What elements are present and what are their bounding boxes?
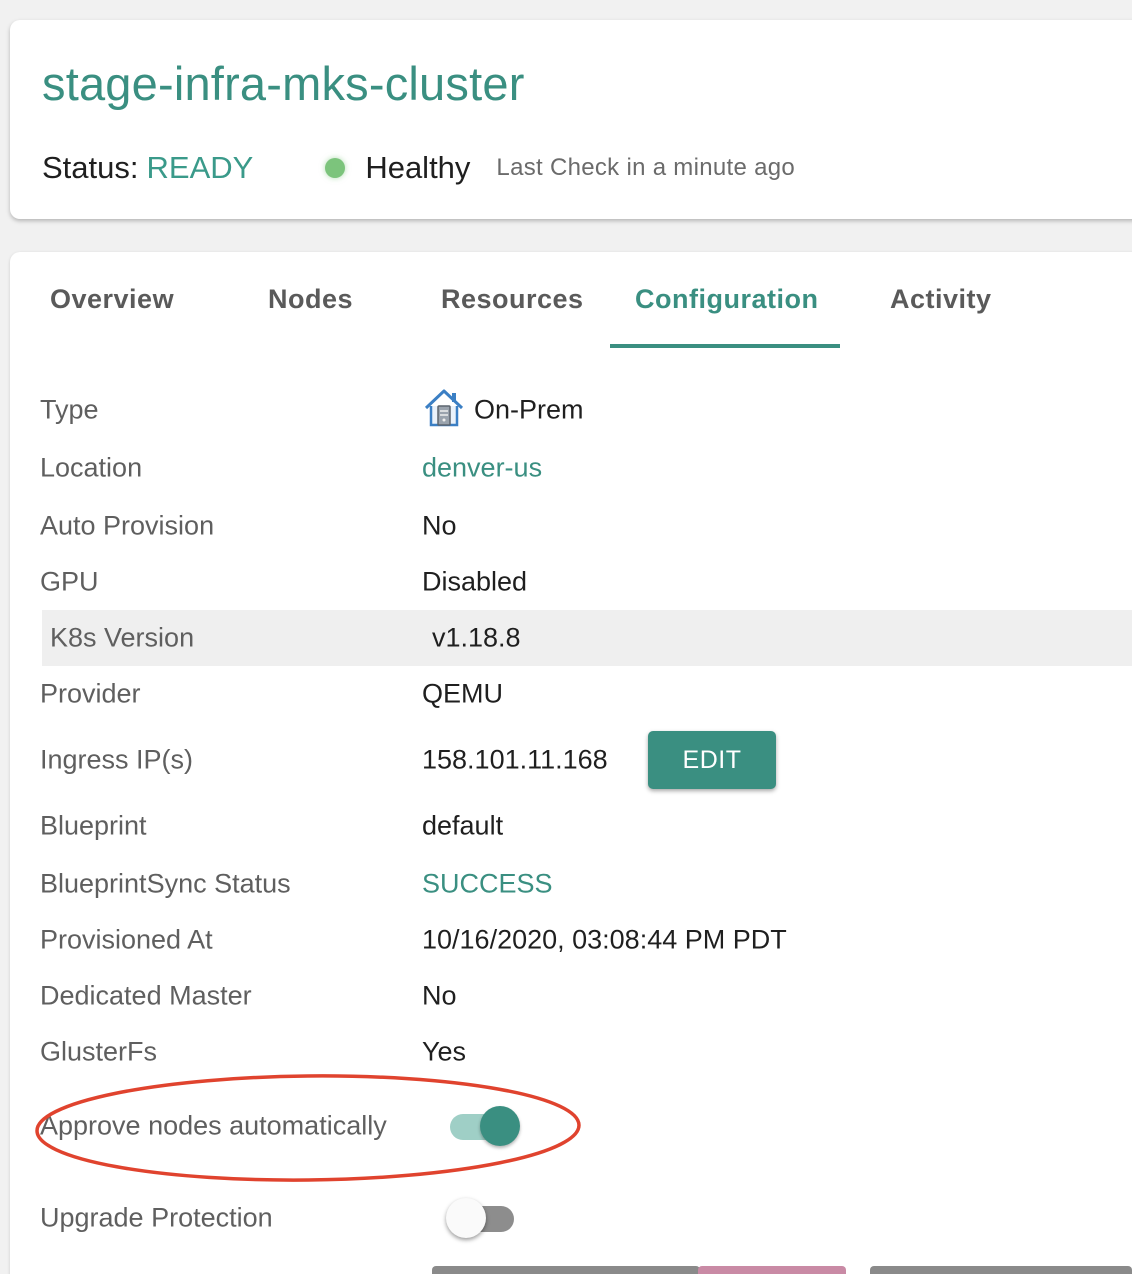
health-status: Healthy — [365, 150, 471, 185]
tab-nodes[interactable]: Nodes — [268, 284, 353, 315]
upgrade-protection-label: Upgrade Protection — [40, 1202, 273, 1233]
dedicated-master-value: No — [422, 980, 457, 1011]
bottom-button-partial[interactable] — [432, 1266, 700, 1274]
gpu-label: GPU — [40, 566, 99, 597]
cluster-header-card: stage-infra-mks-cluster Status: READY He… — [10, 20, 1132, 219]
blueprint-value: default — [422, 810, 504, 841]
provider-value: QEMU — [422, 678, 503, 709]
config-row-blueprint: Blueprint default — [32, 798, 1132, 854]
k8s-version-value: v1.18.8 — [432, 622, 521, 653]
k8s-version-label: K8s Version — [50, 622, 195, 653]
config-row-upgrade-protection: Upgrade Protection — [32, 1190, 1132, 1246]
tab-resources[interactable]: Resources — [441, 284, 584, 315]
config-row-dedicated-master: Dedicated Master No — [32, 968, 1132, 1024]
blueprint-label: Blueprint — [40, 810, 147, 841]
config-row-provider: Provider QEMU — [32, 666, 1132, 722]
tab-overview[interactable]: Overview — [50, 284, 174, 315]
last-check-text: Last Check in a minute ago — [496, 154, 796, 181]
ingress-label: Ingress IP(s) — [40, 744, 194, 775]
provider-label: Provider — [40, 678, 141, 709]
highlight-annotation-ellipse — [35, 1074, 581, 1182]
config-row-k8s-version: K8s Version v1.18.8 — [42, 610, 1132, 666]
config-row-provisioned-at: Provisioned At 10/16/2020, 03:08:44 PM P… — [32, 912, 1132, 968]
glusterfs-value: Yes — [422, 1036, 467, 1067]
auto-provision-label: Auto Provision — [40, 510, 215, 541]
auto-provision-value: No — [422, 510, 457, 541]
dedicated-master-label: Dedicated Master — [40, 980, 252, 1011]
config-row-ingress: Ingress IP(s) 158.101.11.168 EDIT — [32, 727, 1132, 793]
tab-activity[interactable]: Activity — [890, 284, 992, 315]
upgrade-protection-toggle[interactable] — [446, 1198, 518, 1238]
bottom-button-partial[interactable] — [698, 1266, 846, 1274]
toggle-knob — [446, 1198, 486, 1238]
config-row-location: Location denver-us — [32, 440, 1132, 496]
tab-configuration[interactable]: Configuration — [635, 284, 818, 315]
provisioned-at-label: Provisioned At — [40, 924, 213, 955]
active-tab-indicator — [610, 344, 840, 348]
gpu-value: Disabled — [422, 566, 528, 597]
config-row-auto-provision: Auto Provision No — [32, 498, 1132, 554]
bottom-button-partial[interactable] — [870, 1266, 1132, 1274]
type-value: On-Prem — [474, 394, 584, 425]
status-row: Status: READY Healthy Last Check in a mi… — [42, 148, 795, 188]
config-row-type: Type On-Prem — [32, 382, 1132, 438]
cluster-title: stage-infra-mks-cluster — [42, 57, 525, 110]
blueprint-sync-label: BlueprintSync Status — [40, 868, 291, 899]
ingress-value: 158.101.11.168 — [422, 744, 608, 775]
type-label: Type — [40, 394, 99, 425]
location-link[interactable]: denver-us — [422, 453, 542, 484]
edit-ingress-button[interactable]: EDIT — [648, 731, 776, 789]
config-row-blueprint-sync: BlueprintSync Status SUCCESS — [32, 856, 1132, 912]
health-dot-icon — [325, 158, 346, 178]
location-label: Location — [40, 452, 143, 483]
provisioned-at-value: 10/16/2020, 03:08:44 PM PDT — [422, 924, 787, 955]
status-value: READY — [146, 150, 254, 185]
status-label: Status: — [42, 150, 139, 185]
glusterfs-label: GlusterFs — [40, 1036, 158, 1067]
config-row-gpu: GPU Disabled — [32, 554, 1132, 610]
blueprint-sync-status[interactable]: SUCCESS — [422, 869, 553, 900]
house-server-icon — [424, 389, 464, 427]
